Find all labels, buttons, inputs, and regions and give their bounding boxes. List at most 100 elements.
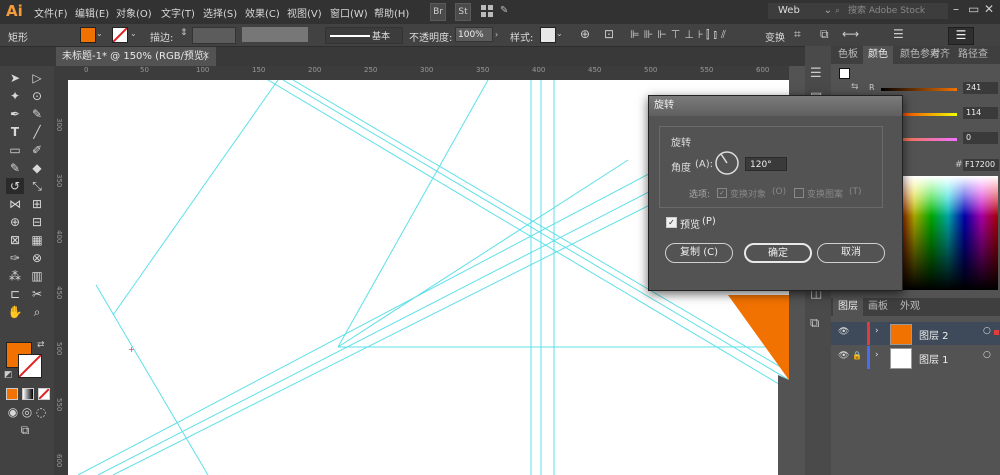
menu-effect[interactable]: 效果(C) bbox=[245, 5, 280, 20]
expand-chevron-icon[interactable]: › bbox=[875, 326, 879, 336]
tab-color[interactable]: 颜色 bbox=[863, 46, 893, 64]
magic-wand-tool-icon[interactable]: ✦ bbox=[6, 88, 24, 104]
artboard-tool-icon[interactable]: ⊏ bbox=[6, 286, 24, 302]
slider-b-value[interactable]: 0 bbox=[963, 132, 998, 144]
type-tool-icon[interactable]: T bbox=[6, 124, 24, 140]
target-icon[interactable]: ○ bbox=[983, 350, 991, 360]
layer-name[interactable]: 图层 2 bbox=[919, 327, 949, 342]
swap-icon[interactable]: ⇆ bbox=[851, 82, 859, 92]
menu-icon[interactable]: ☰ bbox=[948, 27, 974, 45]
align-to-icon[interactable]: ⊡ bbox=[604, 27, 614, 41]
rotate-tool-icon[interactable]: ↺ bbox=[6, 178, 24, 194]
layer-name[interactable]: 图层 1 bbox=[919, 351, 949, 366]
artboards-panel-icon[interactable]: ⧉ bbox=[810, 316, 819, 331]
blend-tool-icon[interactable]: ⊗ bbox=[28, 250, 46, 266]
transform-patterns-checkbox[interactable] bbox=[794, 188, 804, 198]
maximize-icon[interactable]: ▭ bbox=[968, 2, 979, 16]
minimize-icon[interactable]: – bbox=[953, 2, 959, 16]
gradient-mode-icon[interactable] bbox=[22, 388, 34, 400]
close-icon[interactable]: ✕ bbox=[984, 2, 994, 16]
close-tab-icon[interactable]: ✕ bbox=[202, 47, 210, 66]
preview-checkbox[interactable]: ✓ bbox=[666, 217, 677, 228]
screen-mode-icon[interactable]: ⧉ bbox=[16, 422, 34, 438]
graphic-style-swatch[interactable] bbox=[540, 27, 556, 43]
color-fill-preview[interactable] bbox=[839, 68, 850, 79]
swap-colors-icon[interactable]: ⇄ bbox=[37, 340, 45, 350]
rectangle-tool-icon[interactable]: ▭ bbox=[6, 142, 24, 158]
panel-menu-icon[interactable]: ☰ bbox=[893, 27, 904, 41]
copy-button[interactable]: 复制 (C) bbox=[665, 243, 733, 263]
paintbrush-tool-icon[interactable]: ✐ bbox=[28, 142, 46, 158]
menu-select[interactable]: 选择(S) bbox=[203, 5, 237, 20]
color-panel-icon[interactable]: ☰ bbox=[810, 66, 822, 81]
distribute-buttons[interactable]: ⫿⫾⫽ bbox=[706, 28, 730, 42]
scale-tool-icon[interactable]: ⤡ bbox=[28, 178, 46, 194]
tab-appearance[interactable]: 外观 bbox=[895, 298, 925, 316]
gradient-tool-icon[interactable]: ▦ bbox=[28, 232, 46, 248]
slider-r-track[interactable] bbox=[881, 88, 957, 91]
curvature-tool-icon[interactable]: ✎ bbox=[28, 106, 46, 122]
stroke-weight-field[interactable] bbox=[192, 27, 236, 44]
graph-tool-icon[interactable]: ▥ bbox=[28, 268, 46, 284]
brush-definition-dropdown[interactable]: 基本 bbox=[325, 27, 403, 44]
chevron-down-icon[interactable]: ⌄ bbox=[96, 29, 103, 38]
variable-width-profile[interactable] bbox=[242, 27, 308, 42]
stroke-color-swatch[interactable] bbox=[18, 354, 42, 378]
selection-tool-icon[interactable]: ➤ bbox=[6, 70, 24, 86]
direct-selection-tool-icon[interactable]: ▷ bbox=[28, 70, 46, 86]
none-mode-icon[interactable] bbox=[38, 388, 50, 400]
visibility-eye-icon[interactable]: 👁 bbox=[838, 327, 849, 337]
stepper-icon[interactable]: ⇕ bbox=[180, 28, 188, 38]
pathfinder-icon[interactable]: ⧉ bbox=[820, 27, 829, 42]
fill-swatch[interactable] bbox=[80, 27, 96, 43]
default-colors-icon[interactable]: ◩ bbox=[4, 370, 13, 380]
menu-help[interactable]: 帮助(H) bbox=[374, 5, 409, 20]
document-tab[interactable]: 未标题-1* @ 150% (RGB/预览) ✕ bbox=[56, 47, 216, 66]
chevron-down-icon[interactable]: ⌄ bbox=[130, 29, 137, 38]
eyedropper-tool-icon[interactable]: ✑ bbox=[6, 250, 24, 266]
opacity-label[interactable]: 不透明度: bbox=[409, 29, 452, 44]
tab-pathfinder[interactable]: 路径查 bbox=[953, 46, 993, 64]
chevron-right-icon[interactable]: › bbox=[495, 30, 498, 39]
angle-input[interactable]: 120° bbox=[745, 157, 787, 171]
menu-object[interactable]: 对象(O) bbox=[116, 5, 152, 20]
ok-button[interactable]: 确定 bbox=[744, 243, 812, 263]
tab-align[interactable]: 对齐 bbox=[925, 46, 955, 64]
symbol-sprayer-tool-icon[interactable]: ⁂ bbox=[6, 268, 24, 284]
tab-artboards[interactable]: 画板 bbox=[863, 298, 893, 316]
cancel-button[interactable]: 取消 bbox=[817, 243, 885, 263]
layer-row[interactable]: 👁 › 图层 2 ○ bbox=[831, 322, 1000, 345]
isolate-icon[interactable]: ⌗ bbox=[794, 27, 801, 42]
tab-layers[interactable]: 图层 bbox=[833, 298, 863, 316]
opacity-field[interactable]: 100% bbox=[455, 27, 493, 42]
zoom-tool-icon[interactable]: ⌕ bbox=[28, 304, 46, 320]
slider-g-value[interactable]: 114 bbox=[963, 107, 998, 119]
shape-builder-tool-icon[interactable]: ⊕ bbox=[6, 214, 24, 230]
angle-dial-icon[interactable] bbox=[715, 151, 739, 175]
line-tool-icon[interactable]: ╱ bbox=[28, 124, 46, 140]
draw-inside-icon[interactable]: ◌ bbox=[32, 404, 50, 420]
pen-tool-icon[interactable]: ✒ bbox=[6, 106, 24, 122]
width-tool-icon[interactable]: ⋈ bbox=[6, 196, 24, 212]
eraser-tool-icon[interactable]: ◆ bbox=[28, 160, 46, 176]
hand-tool-icon[interactable]: ✋ bbox=[6, 304, 24, 320]
visibility-eye-icon[interactable]: 👁 bbox=[838, 351, 849, 361]
recolor-artwork-icon[interactable]: ⊕ bbox=[580, 27, 590, 41]
transform-label[interactable]: 变换 bbox=[765, 29, 785, 44]
perspective-grid-tool-icon[interactable]: ⊟ bbox=[28, 214, 46, 230]
color-mode-icon[interactable] bbox=[6, 388, 18, 400]
menu-view[interactable]: 视图(V) bbox=[287, 5, 322, 20]
mesh-tool-icon[interactable]: ⊠ bbox=[6, 232, 24, 248]
bridge-button[interactable]: Br bbox=[430, 3, 446, 21]
hex-field[interactable]: F17200 bbox=[963, 159, 999, 171]
menu-type[interactable]: 文字(T) bbox=[161, 5, 195, 20]
align-buttons[interactable]: ⊫⊪⊩⊤⊥⊦ bbox=[630, 28, 708, 41]
target-icon[interactable]: ○ bbox=[983, 326, 991, 336]
dialog-title[interactable]: 旋转 bbox=[649, 96, 902, 116]
layer-row[interactable]: 👁 🔒 › 图层 1 ○ bbox=[831, 346, 1000, 369]
stroke-swatch[interactable] bbox=[112, 27, 128, 43]
reflect-icon[interactable]: ⟷ bbox=[842, 27, 859, 41]
slider-r-value[interactable]: 241 bbox=[963, 82, 998, 94]
menu-window[interactable]: 窗口(W) bbox=[330, 5, 368, 20]
orange-shape[interactable] bbox=[728, 295, 789, 380]
